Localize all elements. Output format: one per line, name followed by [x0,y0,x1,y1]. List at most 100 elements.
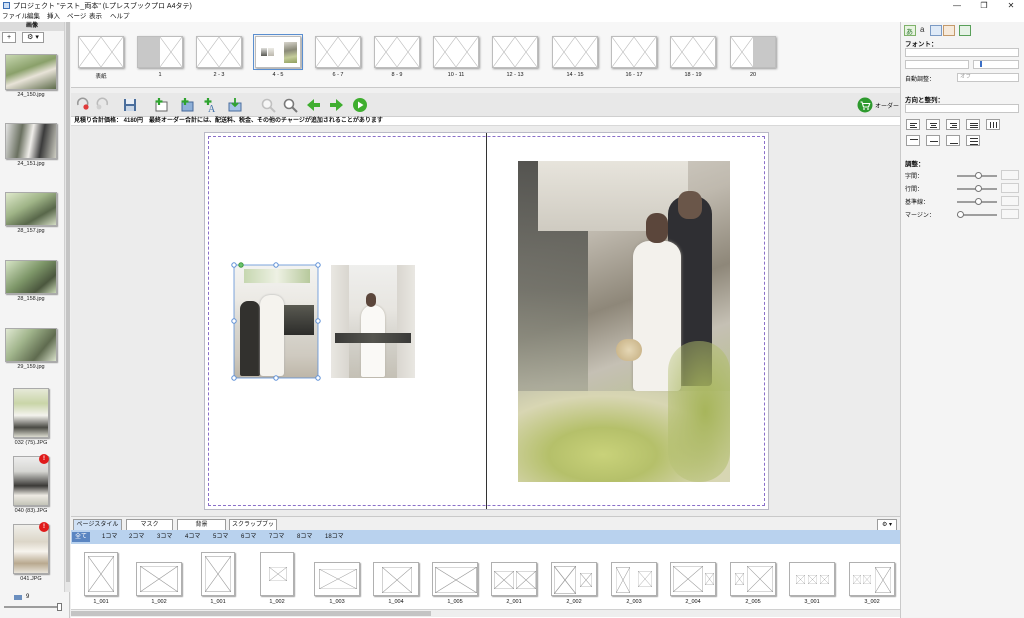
layout-item[interactable]: 2_004 [670,552,716,605]
spread-12-13[interactable]: 12 - 13 [492,36,538,78]
image-thumb-6[interactable]: 032 (75).JPG [2,388,60,446]
filter-8[interactable]: 8コマ [294,532,315,542]
selection-handles[interactable] [231,262,321,381]
scrollbar-thumb[interactable] [66,22,70,582]
image-thumb-7[interactable]: ! 040 (83).JPG [2,454,60,514]
filter-1[interactable]: 1コマ [99,532,120,542]
image-thumb-3[interactable]: 28_157.jpg [2,192,60,234]
vertical-text-button[interactable] [986,119,1000,130]
letter-spacing-slider[interactable] [957,172,997,179]
menu-edit[interactable]: 編集 [27,12,40,22]
page-spread[interactable] [204,132,769,510]
layout-item[interactable]: 3_001 [789,552,835,605]
spread-10-11[interactable]: 10 - 11 [433,36,479,78]
zoom-in-icon[interactable] [282,97,298,113]
layout-tool-icon[interactable] [959,25,971,36]
image-thumb-2[interactable]: 24_151.jpg [2,123,60,167]
baseline-value[interactable] [1001,196,1019,206]
restore-icon[interactable]: ❐ [971,0,997,12]
image-tool-icon[interactable] [930,25,942,36]
align-justify-button[interactable] [966,119,980,130]
layout-item[interactable]: 1_005 [432,552,478,605]
spread-6-7[interactable]: 6 - 7 [315,36,361,78]
spread-14-15[interactable]: 14 - 15 [552,36,598,78]
spread-16-17[interactable]: 16 - 17 [611,36,657,78]
letter-spacing-value[interactable] [1001,170,1019,180]
add-text-icon[interactable]: A [203,97,219,115]
layout-item[interactable]: 2_001 [491,552,537,605]
font-size-select[interactable] [905,60,969,69]
layout-item[interactable]: 1_002 [260,552,294,605]
order-button[interactable]: オーダー [875,101,899,110]
minimize-icon[interactable]: — [944,0,970,12]
add-image-button[interactable]: + [2,32,16,43]
layout-item[interactable]: 2_005 [730,552,776,605]
filter-all[interactable]: 全て [72,532,91,542]
filter-5[interactable]: 5コマ [210,532,231,542]
filter-18[interactable]: 18コマ [322,532,347,542]
filter-3[interactable]: 3コマ [154,532,175,542]
image-thumb-8[interactable]: ! 041.JPG [2,522,60,582]
filter-2[interactable]: 2コマ [126,532,147,542]
image-settings-button[interactable]: ⚙ ▾ [22,32,44,43]
align-right-button[interactable] [946,119,960,130]
layout-item[interactable]: 2_002 [551,552,597,605]
text-tool-icon[interactable]: a [918,25,930,36]
spread-18-19[interactable]: 18 - 19 [670,36,716,78]
layout-item[interactable]: 1_001 [84,552,118,605]
scrollbar-thumb[interactable] [71,611,431,616]
next-page-icon[interactable] [329,97,345,113]
spread-8-9[interactable]: 8 - 9 [374,36,420,78]
close-icon[interactable]: ✕ [998,0,1024,12]
baseline-slider[interactable] [957,198,997,205]
valign-top-button[interactable] [906,135,920,146]
align-center-button[interactable] [926,119,940,130]
editor-canvas[interactable] [71,126,900,516]
add-image-icon[interactable] [179,97,195,113]
layout-item[interactable]: 1_002 [136,552,182,605]
menu-insert[interactable]: 挿入 [47,12,60,22]
photo-couple-right[interactable] [518,161,730,482]
image-panel-scrollbar[interactable] [64,22,70,592]
menu-help[interactable]: ヘルプ [110,12,130,22]
font-tool-icon[interactable]: あ [904,25,916,36]
redo-icon[interactable] [95,97,111,113]
layout-item[interactable]: 1_004 [373,552,419,605]
font-color-select[interactable] [973,60,1019,69]
spread-20[interactable]: 20 [730,36,776,78]
spread-4-5[interactable]: 4 - 5 [253,34,303,78]
margin-value[interactable] [1001,209,1019,219]
play-icon[interactable] [352,97,368,113]
image-thumb-4[interactable]: 28_158.jpg [2,260,60,302]
export-icon[interactable] [227,97,243,113]
line-spacing-slider[interactable] [957,185,997,192]
valign-middle-button[interactable] [926,135,940,146]
layout-item[interactable]: 2_003 [611,552,657,605]
valign-distribute-button[interactable] [966,135,980,146]
layout-item[interactable]: 3_002 [849,552,895,605]
slider-knob[interactable] [57,603,62,611]
margin-slider[interactable] [957,211,997,218]
add-page-icon[interactable] [153,97,169,113]
spread-2-3[interactable]: 2 - 3 [196,36,242,78]
save-icon[interactable] [122,97,138,113]
layout-scrollbar[interactable] [71,609,900,617]
font-family-select[interactable] [905,48,1019,57]
menu-file[interactable]: ファイル [2,12,28,22]
image-thumb-5[interactable]: 29_159.jpg [2,328,60,370]
previous-page-icon[interactable] [305,97,321,113]
undo-icon[interactable] [74,97,90,113]
zoom-out-icon[interactable] [260,97,276,113]
filter-4[interactable]: 4コマ [182,532,203,542]
menu-view[interactable]: 表示 [89,12,102,22]
layout-item[interactable]: 1_003 [314,552,360,605]
menu-page[interactable]: ページ [67,12,86,22]
photo-bride-left[interactable] [331,265,415,378]
spread-cover[interactable]: 表紙 [78,36,124,80]
direction-select[interactable] [905,104,1019,113]
filter-6[interactable]: 6コマ [238,532,259,542]
auto-adjust-select[interactable]: オフ [957,73,1019,82]
valign-bottom-button[interactable] [946,135,960,146]
shape-tool-icon[interactable] [943,25,955,36]
line-spacing-value[interactable] [1001,183,1019,193]
